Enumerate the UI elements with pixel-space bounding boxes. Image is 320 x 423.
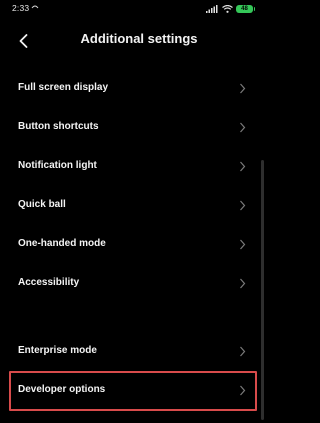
settings-item-label: One-handed mode [18, 238, 106, 249]
status-bar: 2:33 48 [0, 0, 266, 18]
status-time: 2:33 [12, 3, 30, 13]
notification-icon [31, 5, 39, 9]
chevron-right-icon [240, 346, 246, 357]
settings-item-label: Notification light [18, 160, 97, 171]
chevron-right-icon [240, 122, 246, 133]
page-title: Additional settings [80, 31, 198, 46]
chevron-right-icon [240, 83, 246, 94]
settings-item-quick-ball[interactable]: Quick ball [0, 187, 258, 226]
settings-item-label: Quick ball [18, 199, 66, 210]
settings-item-label: Button shortcuts [18, 121, 99, 132]
developer-options-highlight [9, 371, 257, 411]
settings-item-notification-light[interactable]: Notification light [0, 148, 258, 187]
settings-item-enterprise-mode[interactable]: Enterprise mode [0, 333, 258, 372]
settings-item-full-screen-display[interactable]: Full screen display [0, 70, 258, 109]
status-icons: 48 [206, 3, 255, 14]
settings-item-accessibility[interactable]: Accessibility [0, 265, 258, 304]
settings-item-one-handed-mode[interactable]: One-handed mode [0, 226, 258, 265]
header: Additional settings [0, 18, 266, 64]
settings-item-button-shortcuts[interactable]: Button shortcuts [0, 109, 258, 148]
chevron-right-icon [240, 278, 246, 289]
chevron-right-icon [240, 161, 246, 172]
settings-item-label: Enterprise mode [18, 345, 97, 356]
chevron-right-icon [240, 200, 246, 211]
settings-item-label: Full screen display [18, 82, 109, 93]
scrollbar[interactable] [261, 160, 264, 420]
wifi-icon [222, 4, 233, 13]
settings-item-label: Accessibility [18, 277, 80, 288]
battery-icon: 48 [236, 4, 255, 13]
signal-icon [206, 4, 218, 13]
chevron-right-icon [240, 239, 246, 250]
